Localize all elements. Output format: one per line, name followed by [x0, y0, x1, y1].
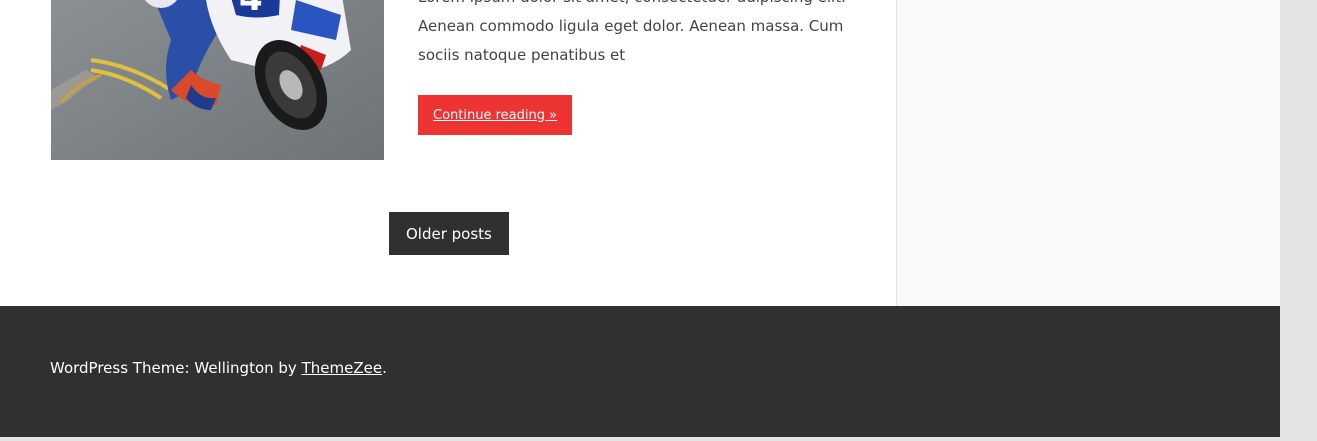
older-posts-button[interactable]: Older posts: [389, 212, 509, 255]
excerpt-line: Lorem ipsum dolor sit amet, consectetuer…: [418, 0, 858, 12]
content-area: 4 Lorem ipsum dolor sit amet, consectetu…: [0, 0, 896, 306]
footer-credit: WordPress Theme: Wellington by ThemeZee.: [50, 359, 387, 377]
excerpt-line: Aenean commodo ligula eget dolor. Aenean…: [418, 17, 844, 35]
footer-credit-suffix: .: [382, 359, 387, 377]
site-footer: WordPress Theme: Wellington by ThemeZee.: [0, 306, 1280, 437]
continue-reading-button[interactable]: Continue reading »: [418, 95, 573, 135]
svg-text:4: 4: [239, 0, 263, 19]
scrollbar-track[interactable]: [1280, 0, 1317, 441]
motorcycle-image: 4: [51, 0, 384, 160]
sidebar: [896, 0, 1280, 306]
post-featured-image[interactable]: 4: [51, 0, 384, 160]
footer-credit-prefix: WordPress Theme: Wellington by: [50, 359, 302, 377]
page: 4 Lorem ipsum dolor sit amet, consectetu…: [0, 0, 1280, 437]
excerpt-line: sociis natoque penatibus et: [418, 46, 626, 64]
themezee-link[interactable]: ThemeZee: [302, 359, 382, 377]
post-excerpt: Lorem ipsum dolor sit amet, consectetuer…: [418, 0, 858, 70]
